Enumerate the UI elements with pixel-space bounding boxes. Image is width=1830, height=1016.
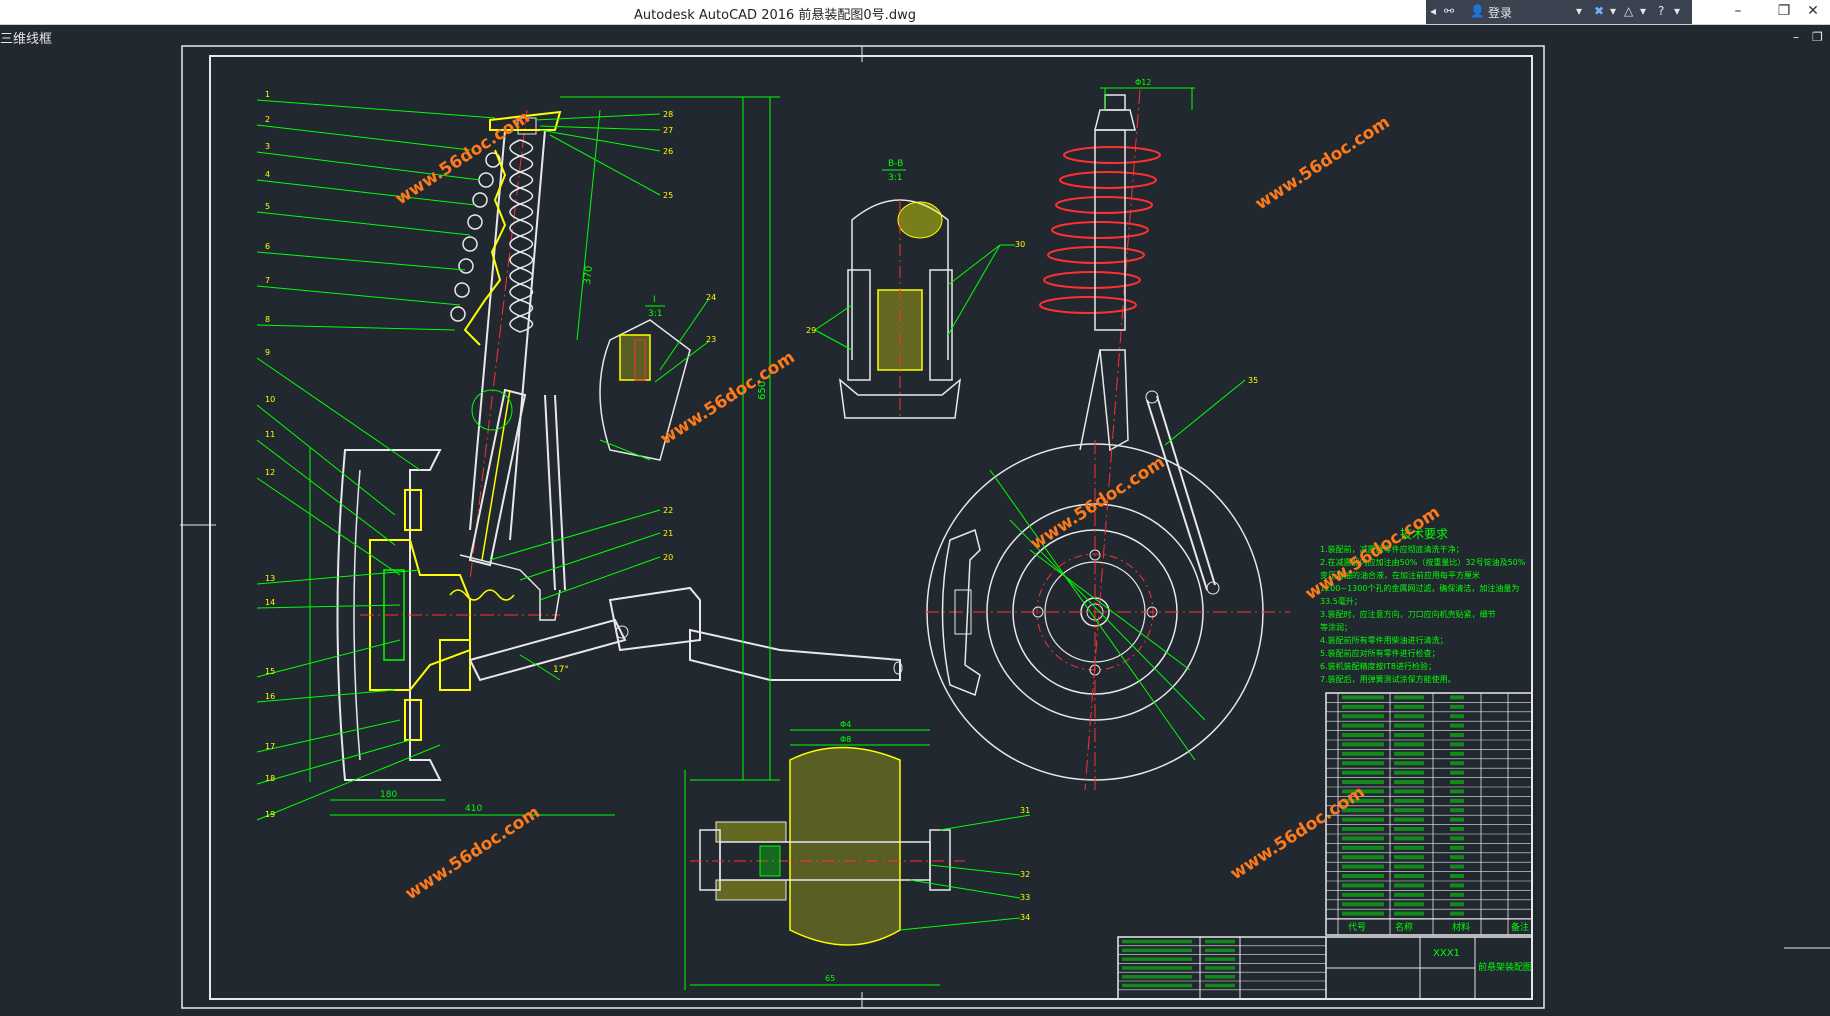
section-bb-view: B-B 3:1 30 29 xyxy=(806,159,1025,420)
watermark-text: www.56doc.com xyxy=(402,802,544,904)
bom-header-material: 材料 xyxy=(1452,921,1470,933)
svg-text:29: 29 xyxy=(806,326,816,335)
svg-text:24: 24 xyxy=(706,293,716,302)
part-number: 21 xyxy=(663,529,673,538)
window-title: Autodesk AutoCAD 2016 前悬装配图0号.dwg xyxy=(634,8,916,23)
part-number: 5 xyxy=(265,202,270,211)
a360-icon[interactable]: △ xyxy=(1624,4,1633,18)
signin-button[interactable]: 登录 xyxy=(1488,4,1512,21)
title-bar: Autodesk AutoCAD 2016 前悬装配图0号.dwg ◂ ⚯ 👤 … xyxy=(0,0,1830,25)
help-button[interactable]: ? xyxy=(1658,4,1664,18)
part-number: 3 xyxy=(265,142,270,151)
chevron-down-icon[interactable]: ▾ xyxy=(1674,4,1680,18)
svg-text:34: 34 xyxy=(1020,913,1030,922)
watermark-text: www.56doc.com xyxy=(392,107,534,209)
tech-requirement-line: 33.5毫升； xyxy=(1320,596,1362,606)
section-bb-label: B-B xyxy=(888,159,903,169)
part-number: 15 xyxy=(265,667,275,676)
part-number: 6 xyxy=(265,242,270,251)
detail-i-label: I xyxy=(653,295,656,305)
tech-requirement-line: 7.装配后，用弹簧测试涂保方能使用。 xyxy=(1320,674,1456,684)
left-part-callouts: 12345678910111213141516171819 xyxy=(256,90,496,821)
part-number: 7 xyxy=(265,276,270,285)
svg-text:33: 33 xyxy=(1020,893,1030,902)
binoculars-icon[interactable]: ⚯ xyxy=(1444,4,1454,18)
side-view: Φ12 35 xyxy=(925,78,1290,791)
minimize-button[interactable]: – xyxy=(1715,0,1761,24)
watermark-text: www.56doc.com xyxy=(657,347,799,449)
part-number: 10 xyxy=(265,395,275,404)
tech-requirement-line: 等涂润； xyxy=(1320,622,1352,632)
hub-width-dimension: 410 xyxy=(465,804,482,814)
watermark-text: www.56doc.com xyxy=(1252,112,1394,214)
watermark-text: www.56doc.com xyxy=(1027,452,1169,554)
part-number: 9 xyxy=(265,348,270,357)
detail-i-scale: 3:1 xyxy=(648,309,662,319)
drawing-code: XXX1 xyxy=(1433,948,1460,959)
inner-dimension: 180 xyxy=(380,790,397,800)
svg-text:32: 32 xyxy=(1020,870,1030,879)
part-number: 22 xyxy=(663,506,673,515)
svg-text:35: 35 xyxy=(1248,376,1258,385)
part-number: 28 xyxy=(663,110,673,119)
chevron-down-icon[interactable]: ▾ xyxy=(1576,4,1582,18)
part-number: 26 xyxy=(663,147,673,156)
tech-requirement-line: 1200~1300个孔的金属网过滤，确保清洁，加注油量为 xyxy=(1320,583,1519,593)
technical-requirements: 技术要求 1.装配前，减震器零件应彻底清洗干净；2.在减震器内应加注由50%（按… xyxy=(1320,527,1526,684)
part-number: 27 xyxy=(663,126,673,135)
part-number: 16 xyxy=(265,692,275,701)
drawing-canvas[interactable]: 17° 650 370 410 180 12345678910111213141… xyxy=(0,24,1830,1016)
angle-label: 17° xyxy=(553,665,569,675)
tech-requirement-line: 6.装机装配精度按IT8进行检验； xyxy=(1320,661,1436,671)
bom-header-remarks: 备注 xyxy=(1511,921,1529,933)
part-number: 20 xyxy=(663,553,673,562)
bolt-length-dimension: 65 xyxy=(825,974,835,983)
infocenter-toolbar: ◂ ⚯ 👤 登录 ▾ ✖ ▾ △ ▾ ? ▾ xyxy=(1426,0,1692,24)
part-number: 19 xyxy=(265,810,275,819)
bolt-diameter-2: Φ8 xyxy=(840,735,851,744)
chevron-down-icon[interactable]: ▾ xyxy=(1640,4,1646,18)
exchange-icon[interactable]: ✖ xyxy=(1594,4,1604,18)
part-number: 12 xyxy=(265,468,275,477)
part-number: 18 xyxy=(265,774,275,783)
part-number: 25 xyxy=(663,191,673,200)
section-bb-scale: 3:1 xyxy=(888,173,902,183)
chevron-left-icon[interactable]: ◂ xyxy=(1430,4,1436,18)
part-number: 14 xyxy=(265,598,275,607)
tech-requirement-line: 4.装配前所有零件用柴油进行清洗； xyxy=(1320,635,1448,645)
top-dimension: Φ12 xyxy=(1135,78,1151,87)
part-number: 8 xyxy=(265,315,270,324)
bolt-diameter-1: Φ4 xyxy=(840,720,851,729)
part-number: 2 xyxy=(265,115,270,124)
close-button[interactable]: ✕ xyxy=(1790,0,1830,24)
part-number: 1 xyxy=(265,90,270,99)
part-number: 13 xyxy=(265,574,275,583)
watermark-text: www.56doc.com xyxy=(1227,782,1369,884)
tech-requirement-line: 5.装配前应对所有零件进行检查； xyxy=(1320,648,1440,658)
part-number: 17 xyxy=(265,742,275,751)
tech-requirement-line: 3.装配时，应注意方向，刀口应向机壳贴紧，细节 xyxy=(1320,609,1496,619)
bolt-section-view: Φ4 Φ8 65 31 32 33 34 xyxy=(684,720,1030,990)
svg-text:30: 30 xyxy=(1015,240,1025,249)
bom-header-code: 代号 xyxy=(1348,922,1366,933)
svg-text:31: 31 xyxy=(1020,806,1030,815)
bom-header-name: 名称 xyxy=(1395,921,1413,933)
part-number: 4 xyxy=(265,170,270,179)
shock-length-dimension: 370 xyxy=(582,265,595,285)
drawing-name: 前悬架装配图 xyxy=(1478,961,1532,973)
bill-of-materials: 代号 名称 材料 备注 xyxy=(1325,692,1533,936)
svg-text:23: 23 xyxy=(706,335,716,344)
user-icon[interactable]: 👤 xyxy=(1470,4,1485,18)
chevron-down-icon[interactable]: ▾ xyxy=(1610,4,1616,18)
part-number: 11 xyxy=(265,430,275,439)
title-block: XXX1 前悬架装配图 xyxy=(1117,936,1533,1000)
